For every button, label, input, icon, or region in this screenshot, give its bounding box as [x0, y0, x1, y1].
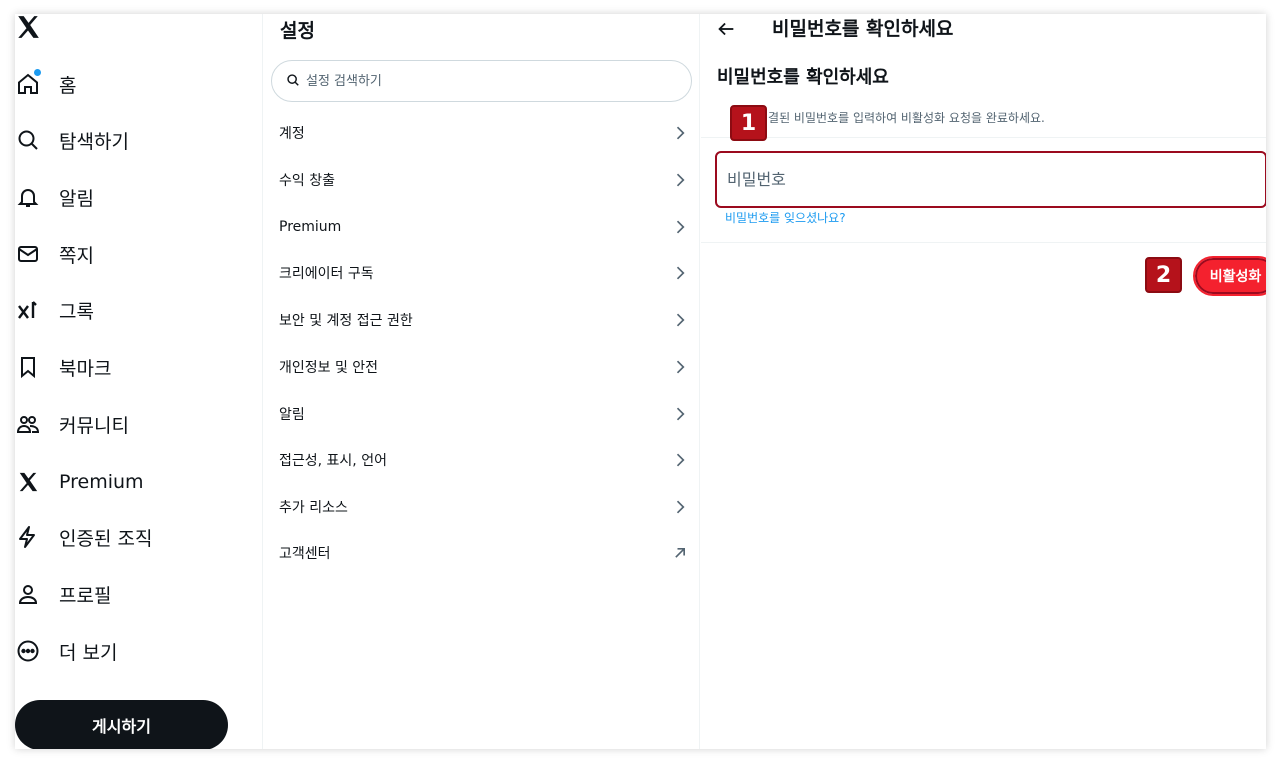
divider	[701, 242, 1266, 243]
nav-label: 쪽지	[59, 244, 94, 267]
forgot-password-link[interactable]: 비밀번호를 잊으셨나요?	[725, 209, 846, 226]
settings-item-label: 크리에이터 구독	[279, 266, 374, 282]
settings-item-label: 알림	[279, 407, 305, 423]
settings-item-creator-subscriptions[interactable]: 크리에이터 구독	[263, 250, 700, 296]
settings-item-monetization[interactable]: 수익 창출	[263, 157, 700, 203]
nav-item-grok[interactable]: 그록	[15, 292, 94, 328]
bookmark-icon	[15, 354, 41, 380]
nav-label: 알림	[59, 187, 94, 210]
notification-dot	[34, 69, 41, 76]
settings-item-label: 접근성, 표시, 언어	[279, 453, 387, 469]
search-icon	[15, 127, 41, 153]
settings-item-additional-resources[interactable]: 추가 리소스	[263, 484, 700, 530]
chevron-right-icon	[676, 173, 685, 187]
settings-item-label: 고객센터	[279, 546, 331, 562]
chevron-right-icon	[676, 313, 685, 327]
nav-item-explore[interactable]: 탐색하기	[15, 122, 129, 158]
settings-item-account[interactable]: 계정	[263, 110, 700, 156]
more-circle-icon	[15, 638, 41, 664]
search-input[interactable]	[306, 73, 676, 89]
x-logo-icon[interactable]	[15, 14, 41, 40]
back-arrow-icon[interactable]	[715, 18, 737, 40]
pane-description: 연결된 비밀번호를 입력하여 비활성화 요청을 완료하세요.	[757, 111, 1045, 125]
settings-item-accessibility[interactable]: 접근성, 표시, 언어	[263, 437, 700, 483]
settings-item-label: 수익 창출	[279, 173, 335, 189]
person-icon	[15, 581, 41, 607]
search-icon	[286, 72, 300, 91]
settings-item-label: Premium	[279, 219, 342, 235]
deactivate-button[interactable]: 비활성화	[1193, 256, 1266, 296]
divider	[701, 137, 1266, 138]
nav-item-bookmarks[interactable]: 북마크	[15, 349, 111, 385]
mail-icon	[15, 241, 41, 267]
communities-icon	[15, 411, 41, 437]
nav-item-home[interactable]: 홈	[15, 66, 76, 102]
pane-header-title: 비밀번호를 확인하세요	[772, 18, 954, 40]
chevron-right-icon	[676, 407, 685, 421]
nav-label: 인증된 조직	[59, 527, 153, 550]
settings-title: 설정	[280, 20, 315, 42]
settings-item-label: 보안 및 계정 접근 권한	[279, 313, 413, 329]
settings-item-security[interactable]: 보안 및 계정 접근 권한	[263, 297, 700, 343]
chevron-right-icon	[676, 500, 685, 514]
settings-item-privacy[interactable]: 개인정보 및 안전	[263, 344, 700, 390]
nav-item-premium[interactable]: Premium	[15, 464, 144, 500]
nav-label: 프로필	[59, 584, 112, 607]
pane-title: 비밀번호를 확인하세요	[717, 67, 889, 88]
settings-item-help-center[interactable]: 고객센터	[263, 530, 700, 576]
settings-item-label: 계정	[279, 126, 305, 142]
settings-item-notifications[interactable]: 알림	[263, 391, 700, 437]
chevron-right-icon	[676, 266, 685, 280]
nav-item-notifications[interactable]: 알림	[15, 179, 94, 215]
settings-search[interactable]	[271, 60, 692, 102]
password-field[interactable]	[715, 151, 1266, 208]
settings-item-label: 추가 리소스	[279, 500, 348, 516]
settings-item-premium[interactable]: Premium	[263, 204, 700, 250]
password-input[interactable]	[727, 170, 1227, 189]
post-button[interactable]: 게시하기	[15, 700, 228, 749]
nav-item-communities[interactable]: 커뮤니티	[15, 406, 129, 442]
nav-label: 탐색하기	[59, 130, 129, 153]
grok-icon	[15, 297, 41, 323]
chevron-right-icon	[676, 126, 685, 140]
nav-label: 더 보기	[59, 641, 118, 664]
x-logo-icon	[15, 469, 41, 495]
nav-item-messages[interactable]: 쪽지	[15, 236, 94, 272]
external-arrow-icon	[675, 548, 685, 558]
settings-item-label: 개인정보 및 안전	[279, 360, 379, 376]
nav-item-profile[interactable]: 프로필	[15, 576, 111, 612]
nav-label: 그록	[59, 300, 94, 323]
nav-label: Premium	[59, 471, 144, 493]
annotation-badge-1: 1	[730, 105, 767, 141]
chevron-right-icon	[676, 453, 685, 467]
app-window: 홈 탐색하기 알림 쪽지 그록 북마크 커뮤니티 Premium 인증된 조직 …	[15, 14, 1266, 749]
primary-nav: 홈 탐색하기 알림 쪽지 그록 북마크 커뮤니티 Premium 인증된 조직 …	[15, 14, 262, 749]
nav-label: 북마크	[59, 357, 112, 380]
lightning-icon	[15, 524, 41, 550]
nav-item-verified-orgs[interactable]: 인증된 조직	[15, 519, 152, 555]
nav-label: 커뮤니티	[59, 414, 129, 437]
chevron-right-icon	[676, 360, 685, 374]
annotation-badge-2: 2	[1145, 257, 1182, 293]
nav-label: 홈	[59, 74, 77, 97]
bell-icon	[15, 184, 41, 210]
home-icon	[15, 69, 41, 97]
settings-column: 설정 계정 수익 창출 Premium 크리에이터 구독 보안 및 계정 접근 …	[262, 14, 700, 749]
chevron-right-icon	[676, 220, 685, 234]
nav-item-more[interactable]: 더 보기	[15, 633, 117, 669]
confirm-password-pane: 비밀번호를 확인하세요 비밀번호를 확인하세요 연결된 비밀번호를 입력하여 비…	[701, 14, 1266, 749]
